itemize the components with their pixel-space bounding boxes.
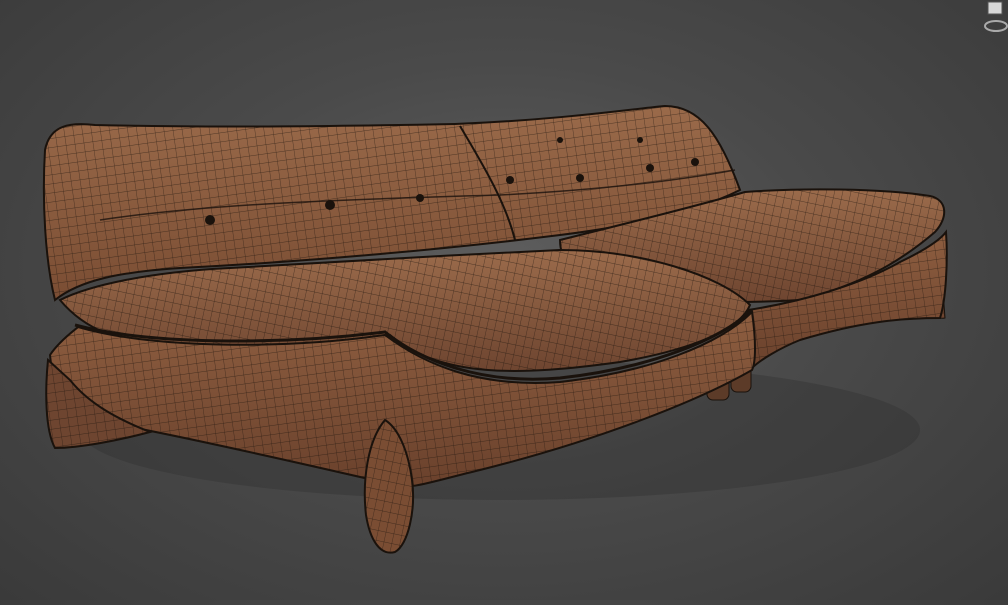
viewcube-icon[interactable] — [982, 0, 1008, 34]
viewport-canvas[interactable] — [0, 0, 1008, 600]
3d-viewport[interactable] — [0, 0, 1008, 600]
